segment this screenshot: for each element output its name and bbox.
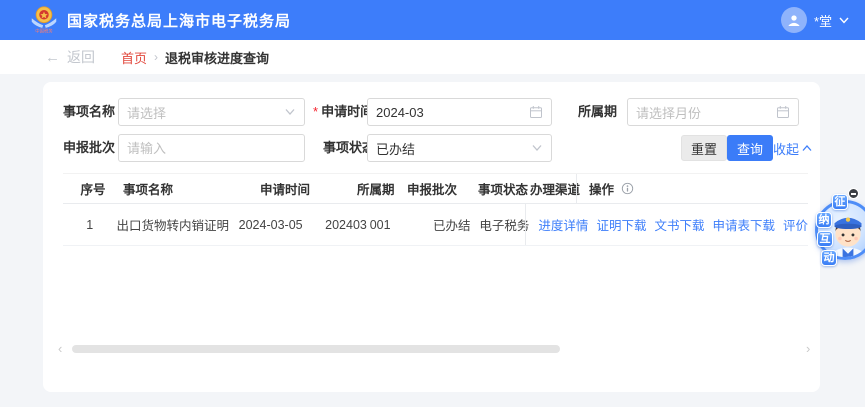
cell-apply-time: 2024-03-05 — [239, 218, 326, 232]
breadcrumb-separator: › — [154, 50, 158, 64]
action-cert-download[interactable]: 证明下载 — [596, 215, 646, 234]
app-title: 国家税务总局上海市电子税务局 — [67, 10, 291, 31]
user-menu[interactable]: *堂 — [781, 0, 849, 40]
cell-batch: 001 — [370, 218, 433, 232]
tax-bureau-logo-icon: 中国税务 — [30, 5, 58, 35]
scrollbar-thumb[interactable] — [72, 345, 560, 353]
apply-time-label: *申请时间 — [313, 98, 373, 126]
chevron-down-icon — [839, 17, 849, 24]
column-header-status: 事项状态 — [478, 179, 530, 198]
batch-label: 申报批次 — [63, 134, 115, 162]
calendar-icon — [529, 105, 543, 119]
action-progress-detail[interactable]: 进度详情 — [538, 215, 588, 234]
column-header-apply-time: 申请时间 — [260, 179, 357, 198]
item-name-label: 事项名称 — [63, 98, 115, 126]
column-header-actions: 操作 — [576, 174, 808, 203]
breadcrumb-home-link[interactable]: 首页 — [121, 48, 147, 67]
table-row: 1 出口货物转内销证明 2024-03-05 202403 001 已办结 电子… — [63, 204, 808, 246]
cell-channel: 电子税务 — [479, 215, 525, 234]
status-select[interactable]: 已办结 — [367, 134, 552, 162]
period-label: 所属期 — [578, 98, 617, 126]
user-icon — [786, 12, 802, 28]
period-picker[interactable]: 请选择月份 — [627, 98, 799, 126]
avatar[interactable] — [781, 7, 807, 33]
cell-actions: 进度详情 证明下载 文书下载 申请表下载 评价 — [525, 204, 808, 245]
column-header-batch: 申报批次 — [407, 179, 478, 198]
action-evaluate[interactable]: 评价 — [783, 215, 808, 234]
widget-label-char: 互 — [817, 231, 833, 247]
query-panel: 事项名称 请选择 *申请时间 2024-03 所属期 请选择月份 — [43, 82, 820, 392]
cell-status: 已办结 — [433, 215, 479, 234]
cell-period: 202403 — [325, 218, 370, 232]
batch-input[interactable] — [118, 134, 305, 162]
action-doc-download[interactable]: 文书下载 — [654, 215, 704, 234]
widget-close-button[interactable] — [848, 188, 859, 199]
scroll-left-arrow[interactable]: ‹ — [58, 342, 62, 356]
column-header-item-name: 事项名称 — [123, 179, 260, 198]
scroll-right-arrow[interactable]: › — [806, 342, 810, 356]
apply-time-picker[interactable]: 2024-03 — [367, 98, 552, 126]
cell-item-name: 出口货物转内销证明 — [117, 215, 239, 234]
svg-text:中国税务: 中国税务 — [35, 27, 53, 34]
action-form-download[interactable]: 申请表下载 — [712, 215, 775, 234]
column-header-channel: 办理渠道 — [530, 179, 576, 198]
info-circle-icon[interactable] — [621, 182, 634, 195]
back-button[interactable]: 返回 — [67, 47, 95, 67]
page-title: 退税审核进度查询 — [165, 48, 269, 67]
chevron-down-icon — [531, 144, 543, 152]
horizontal-scrollbar: ‹ › — [43, 342, 820, 356]
widget-label-char: 征 — [832, 194, 848, 210]
back-arrow-icon[interactable]: ← — [45, 49, 60, 66]
query-button[interactable]: 查询 — [727, 135, 773, 161]
calendar-icon — [776, 105, 790, 119]
table-header-row: 序号 事项名称 申请时间 所属期 申报批次 事项状态 办理渠道 操作 — [63, 173, 808, 204]
chevron-down-icon — [284, 108, 296, 116]
user-name: *堂 — [814, 11, 832, 30]
reset-button[interactable]: 重置 — [681, 135, 727, 161]
widget-label-char: 纳 — [816, 212, 832, 228]
item-name-select[interactable]: 请选择 — [118, 98, 305, 126]
collapse-toggle[interactable]: 收起 — [773, 135, 812, 161]
screen: 中国税务 国家税务总局上海市电子税务局 *堂 ← 返回 首页 › 退税审核进度查… — [0, 0, 865, 407]
breadcrumb: ← 返回 首页 › 退税审核进度查询 — [0, 40, 865, 74]
chevron-up-icon — [802, 145, 812, 152]
app-header: 中国税务 国家税务总局上海市电子税务局 *堂 — [0, 0, 865, 40]
widget-label-char: 动 — [821, 250, 837, 266]
assistant-widget: 征 纳 互 动 — [815, 200, 865, 260]
column-header-seq: 序号 — [63, 179, 123, 198]
required-mark: * — [313, 104, 318, 119]
column-header-period: 所属期 — [357, 179, 407, 198]
cell-seq: 1 — [63, 218, 117, 232]
